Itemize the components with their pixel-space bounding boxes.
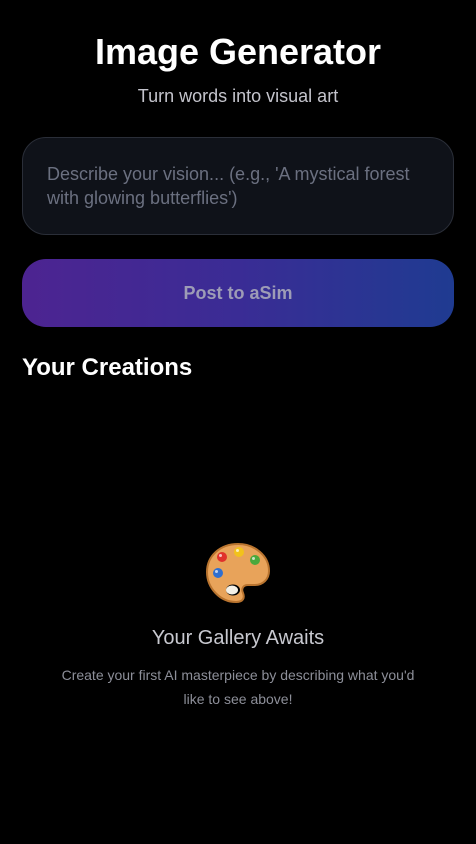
app-root: Image Generator Turn words into visual a…: [0, 0, 476, 844]
gallery-empty-state: Your Gallery Awaits Create your first AI…: [0, 540, 476, 711]
artist-palette-icon: [203, 540, 273, 606]
post-button[interactable]: Post to aSim: [22, 259, 454, 327]
page-subtitle: Turn words into visual art: [137, 86, 339, 106]
prompt-container: [22, 137, 454, 235]
page-title: Image Generator: [94, 31, 382, 72]
section-title-creations: Your Creations: [22, 354, 193, 381]
empty-state-title: Your Gallery Awaits: [151, 627, 325, 649]
header: Image Generator Turn words into visual a…: [22, 0, 454, 108]
prompt-input[interactable]: [23, 138, 453, 234]
empty-state-description: Create your first AI masterpiece by desc…: [61, 667, 415, 707]
